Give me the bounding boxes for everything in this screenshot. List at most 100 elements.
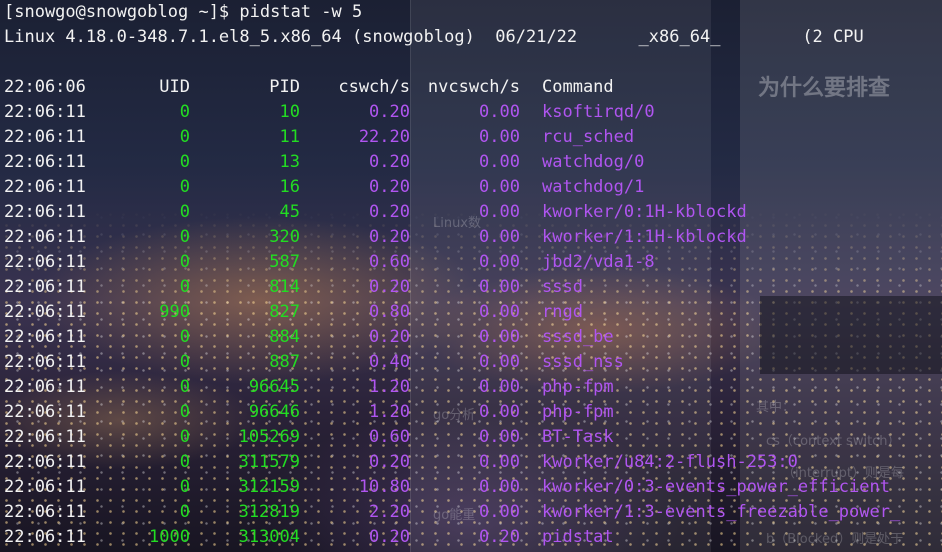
- cell-pid: 313004: [238, 527, 300, 547]
- cell-cswch: 0.20: [369, 152, 410, 172]
- cell-command: rngd: [542, 302, 583, 322]
- table-header-row: 22:06:06 UID PID cswch/s nvcswch/s Comma…: [0, 75, 942, 100]
- cell-nvcswch: 0.20: [479, 527, 520, 547]
- cell-time: 22:06:11: [4, 227, 86, 247]
- cell-pid: 814: [269, 277, 300, 297]
- cell-time: 22:06:11: [4, 402, 86, 422]
- cell-command: watchdog/0: [542, 152, 645, 172]
- cell-pid: 105269: [238, 427, 300, 447]
- cell-cswch: 2.20: [369, 502, 410, 522]
- cell-cswch: 0.20: [369, 527, 410, 547]
- cell-pid: 312819: [238, 502, 300, 522]
- cell-nvcswch: 0.00: [479, 402, 520, 422]
- cell-uid: 0: [179, 227, 190, 247]
- cell-nvcswch: 0.00: [479, 152, 520, 172]
- cell-uid: 0: [179, 152, 190, 172]
- cell-time: 22:06:11: [4, 377, 86, 397]
- process-row: 22:06:11 0 311579 0.20 0.00 kworker/u84:2-flu…: [0, 450, 942, 475]
- cell-nvcswch: 0.00: [479, 177, 520, 197]
- cell-cswch: 0.80: [369, 302, 410, 322]
- cell-command: sssd_be: [542, 327, 614, 347]
- cell-time: 22:06:11: [4, 127, 86, 147]
- cell-pid: 827: [269, 302, 300, 322]
- cell-nvcswch: 0.00: [479, 127, 520, 147]
- header-command: Command: [542, 77, 614, 97]
- cell-uid: 0: [179, 327, 190, 347]
- cell-command: ksoftirqd/0: [542, 102, 655, 122]
- cell-cswch: 0.20: [369, 177, 410, 197]
- cell-cswch: 0.20: [369, 327, 410, 347]
- cell-uid: 0: [179, 427, 190, 447]
- cell-uid: 1000: [149, 527, 190, 547]
- cell-uid: 990: [159, 302, 190, 322]
- cell-pid: 320: [269, 227, 300, 247]
- cell-uid: 0: [179, 377, 190, 397]
- cell-command: php-fpm: [542, 402, 614, 422]
- cell-command: kworker/0:1H-kblockd: [542, 202, 747, 222]
- cell-time: 22:06:11: [4, 277, 86, 297]
- cell-nvcswch: 0.00: [479, 277, 520, 297]
- cell-cswch: 0.60: [369, 252, 410, 272]
- process-row: 22:06:11 0 10 0.20 0.00 ksoftirqd/0: [0, 100, 942, 125]
- system-info-line: Linux 4.18.0-348.7.1.el8_5.x86_64 (snowg…: [4, 27, 864, 47]
- process-row: 22:06:11 0 887 0.40 0.00 sssd_nss: [0, 350, 942, 375]
- process-row: 22:06:11 0 587 0.60 0.00 jbd2/vda1-8: [0, 250, 942, 275]
- cell-command: sssd: [542, 277, 583, 297]
- cell-uid: 0: [179, 502, 190, 522]
- cell-time: 22:06:11: [4, 427, 86, 447]
- header-time: 22:06:06: [4, 77, 86, 97]
- cell-uid: 0: [179, 452, 190, 472]
- cell-nvcswch: 0.00: [479, 252, 520, 272]
- cell-pid: 11: [279, 127, 300, 147]
- cell-time: 22:06:11: [4, 452, 86, 472]
- cell-command: sssd_nss: [542, 352, 624, 372]
- cell-nvcswch: 0.00: [479, 502, 520, 522]
- cell-command: rcu_sched: [542, 127, 635, 147]
- header-cswch: cswch/s: [338, 77, 410, 97]
- cell-command: watchdog/1: [542, 177, 645, 197]
- cell-time: 22:06:11: [4, 352, 86, 372]
- cell-time: 22:06:11: [4, 302, 86, 322]
- cell-uid: 0: [179, 252, 190, 272]
- cell-time: 22:06:11: [4, 502, 86, 522]
- cell-command: pidstat: [542, 527, 614, 547]
- header-pid: PID: [269, 77, 300, 97]
- cell-pid: 96645: [248, 377, 300, 397]
- cell-pid: 887: [269, 352, 300, 372]
- process-row: 22:06:11 0 105269 0.60 0.00 BT-Task: [0, 425, 942, 450]
- cell-cswch: 0.20: [369, 227, 410, 247]
- process-row: 22:06:11 0 96646 1.20 0.00 php-fpm: [0, 400, 942, 425]
- cell-time: 22:06:11: [4, 477, 86, 497]
- process-row: 22:06:11 0 320 0.20 0.00 kworker/1:1H-kblockd: [0, 225, 942, 250]
- process-row: 22:06:11 0 312159 10.80 0.00 kworker/0:3-even…: [0, 475, 942, 500]
- cell-nvcswch: 0.00: [479, 352, 520, 372]
- cell-cswch: 0.20: [369, 452, 410, 472]
- process-row: 22:06:11 0 312819 2.20 0.00 kworker/1:3-event…: [0, 500, 942, 525]
- cell-nvcswch: 0.00: [479, 477, 520, 497]
- cell-time: 22:06:11: [4, 177, 86, 197]
- cell-pid: 16: [279, 177, 300, 197]
- terminal-window[interactable]: [snowgo@snowgoblog ~]$ pidstat -w 5 Linu…: [0, 0, 942, 552]
- cell-cswch: 0.20: [369, 202, 410, 222]
- process-row: 22:06:11 0 16 0.20 0.00 watchdog/1: [0, 175, 942, 200]
- process-row: 22:06:11 0 814 0.20 0.00 sssd: [0, 275, 942, 300]
- cell-command: php-fpm: [542, 377, 614, 397]
- header-uid: UID: [159, 77, 190, 97]
- cell-uid: 0: [179, 277, 190, 297]
- cell-nvcswch: 0.00: [479, 227, 520, 247]
- cell-nvcswch: 0.00: [479, 452, 520, 472]
- cell-command: kworker/1:3-events_freezable_power_: [542, 502, 901, 522]
- cell-uid: 0: [179, 477, 190, 497]
- cell-uid: 0: [179, 352, 190, 372]
- cell-command: kworker/1:1H-kblockd: [542, 227, 747, 247]
- cell-cswch: 1.20: [369, 377, 410, 397]
- cell-nvcswch: 0.00: [479, 302, 520, 322]
- cell-uid: 0: [179, 177, 190, 197]
- cell-uid: 0: [179, 102, 190, 122]
- cell-pid: 10: [279, 102, 300, 122]
- cell-pid: 13: [279, 152, 300, 172]
- cell-nvcswch: 0.00: [479, 377, 520, 397]
- cell-pid: 884: [269, 327, 300, 347]
- cell-time: 22:06:11: [4, 152, 86, 172]
- cell-nvcswch: 0.00: [479, 102, 520, 122]
